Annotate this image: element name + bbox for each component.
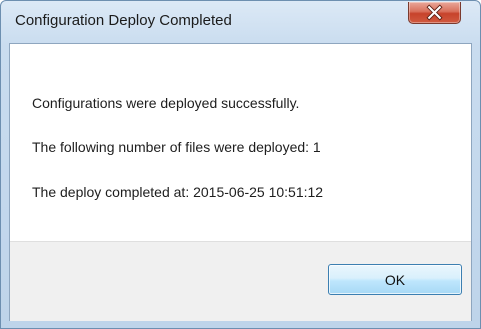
files-deployed-message: The following number of files were deplo… xyxy=(32,139,321,155)
window-bottom-frame xyxy=(1,321,480,329)
message-panel: Configurations were deployed successfull… xyxy=(10,44,471,241)
title-bar[interactable]: Configuration Deploy Completed xyxy=(1,1,480,43)
deploy-time-message: The deploy completed at: 2015-06-25 10:5… xyxy=(32,184,324,200)
close-icon xyxy=(426,4,443,21)
close-button[interactable] xyxy=(408,2,461,24)
dialog-window: Configuration Deploy Completed Configura… xyxy=(0,0,481,329)
dialog-client-area: Configurations were deployed successfull… xyxy=(9,43,472,321)
window-title: Configuration Deploy Completed xyxy=(15,12,232,29)
button-bar: OK xyxy=(10,241,471,321)
success-message: Configurations were deployed successfull… xyxy=(32,95,300,111)
ok-button[interactable]: OK xyxy=(328,264,462,295)
